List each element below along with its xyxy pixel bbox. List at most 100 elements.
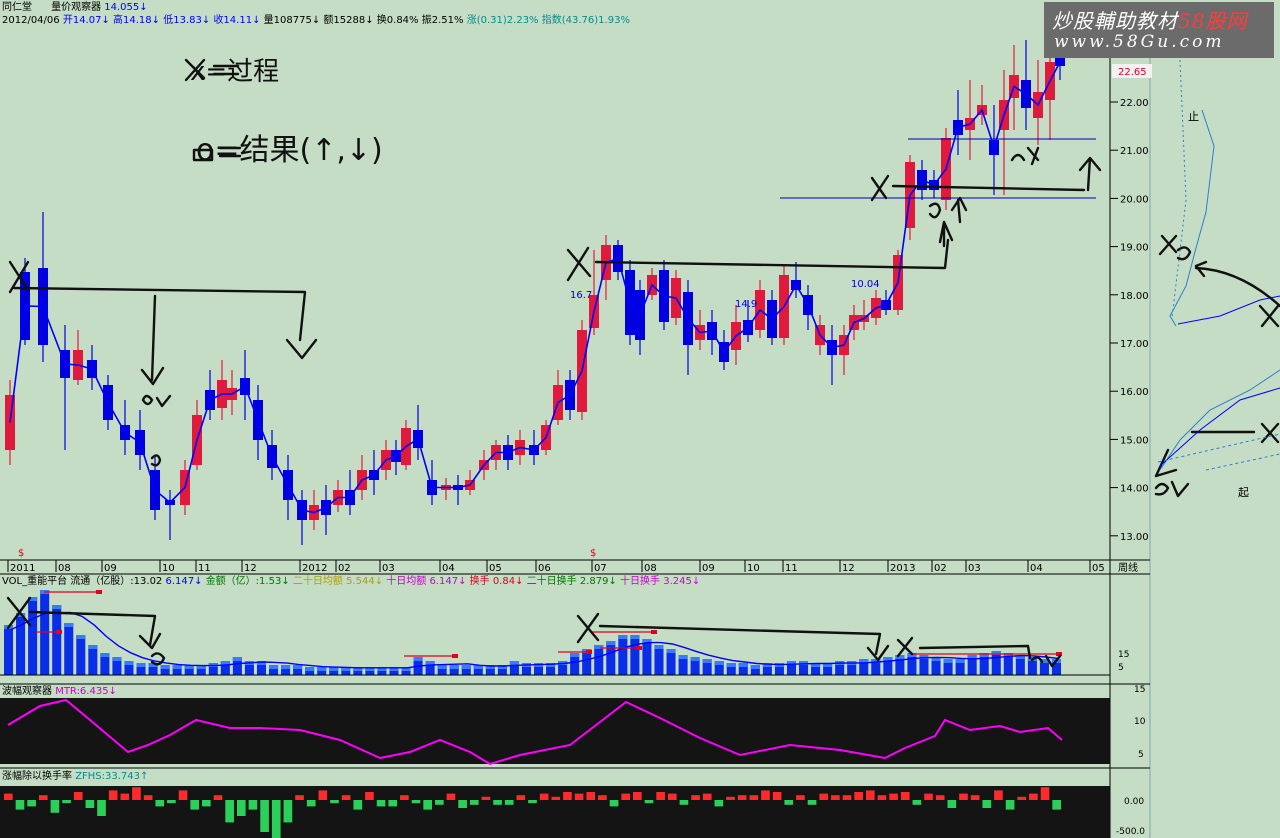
time-tick-label: 11 <box>198 563 211 574</box>
stock-chart[interactable]: 22.00 21.00 20.00 19.00 18.00 17.00 16.00 15.00… <box>0 0 1280 838</box>
volume-bar-cap <box>76 635 86 639</box>
volume-bar <box>88 645 98 675</box>
mtr-indicator-name[interactable]: 波幅观察器 <box>2 686 52 697</box>
zfhs-tick-0: 0.00 <box>1124 797 1144 807</box>
zfhs-bar <box>865 790 875 800</box>
trajectory-stop-label: 止 <box>1188 110 1199 123</box>
volume-turnover: 换手 0.84↓ <box>469 576 524 587</box>
zfhs-bar <box>667 793 677 800</box>
zfhs-bar <box>132 787 141 800</box>
candlestick-series[interactable] <box>5 40 1065 545</box>
time-tick-label: 03 <box>968 563 981 574</box>
legend-o-note: o=结果(↑,↓) <box>196 133 383 168</box>
zfhs-bar <box>1040 787 1050 800</box>
time-tick-label: 06 <box>538 563 551 574</box>
volume-tick-5: 5 <box>1118 663 1124 673</box>
volume-bar-cap <box>461 665 471 669</box>
zfhs-bar <box>574 793 584 800</box>
zfhs-bar <box>702 793 712 800</box>
volume-red-marker-cap <box>651 630 657 634</box>
time-tick-label: 05 <box>489 563 502 574</box>
time-tick-label: 2013 <box>890 563 915 574</box>
volume-bar-cap <box>509 661 519 665</box>
volume-bar <box>28 597 38 675</box>
current-price-label: 22.65 <box>1118 67 1147 78</box>
time-tick-label: 11 <box>785 563 798 574</box>
volume-amount: 金额（亿）:1.53↓ <box>205 576 290 587</box>
volume-bar-cap <box>570 653 580 657</box>
zfhs-bar <box>924 793 933 800</box>
zfhs-bar <box>935 795 945 800</box>
price-tick-label: 15.00 <box>1120 435 1149 446</box>
volume-bar <box>606 641 616 675</box>
period-label[interactable]: 周线 <box>1118 561 1138 574</box>
volume-bar-cap <box>293 665 303 669</box>
zfhs-bar <box>784 800 794 805</box>
zfhs-bar <box>85 800 95 808</box>
time-tick-label: 09 <box>702 563 715 574</box>
volume-bar-cap <box>437 665 447 669</box>
time-tick-label: 12 <box>842 563 855 574</box>
volume-bar-cap <box>606 641 616 645</box>
zfhs-bar <box>656 792 665 800</box>
zfhs-bar <box>190 800 200 810</box>
zfhs-bar <box>38 795 48 800</box>
volume-indicator-name[interactable]: VOL_重能平台 <box>2 576 67 587</box>
zfhs-bar <box>900 792 910 800</box>
zfhs-bar <box>889 793 898 800</box>
zfhs-bar <box>516 795 526 800</box>
zfhs-bar <box>1005 800 1015 810</box>
volume-bar-cap <box>630 635 640 639</box>
zfhs-bar <box>551 796 561 800</box>
volume-bar <box>76 635 86 675</box>
mtr-value: MTR:6.435↓ <box>55 686 117 697</box>
volume-bar-cap <box>88 645 98 649</box>
zfhs-bar <box>807 800 817 805</box>
volume-bar-cap <box>955 659 965 663</box>
zfhs-bar <box>726 796 735 800</box>
zfhs-indicator-name[interactable]: 涨幅除以换手率 <box>2 771 72 782</box>
volume-ma10-amount: 十日均额 6.147↓ <box>386 576 467 587</box>
zfhs-bar <box>295 795 304 800</box>
zfhs-bar <box>912 800 922 805</box>
price-tick-label: 21.00 <box>1120 146 1149 157</box>
zfhs-bar <box>446 793 456 800</box>
time-tick-label: 2012 <box>302 563 327 574</box>
time-tick-label: 12 <box>244 563 257 574</box>
volume-bar <box>630 635 640 675</box>
zfhs-bar <box>609 800 619 807</box>
zfhs-bar <box>50 800 60 813</box>
zfhs-bar <box>167 800 176 804</box>
zfhs-bar <box>248 800 258 810</box>
volume-bar <box>52 605 62 675</box>
time-tick-label: 08 <box>58 563 71 574</box>
price-tick-label: 19.00 <box>1120 243 1149 254</box>
volume-bar-cap <box>726 663 736 667</box>
volume-bar-cap <box>895 655 905 659</box>
volume-bar-cap <box>714 661 724 665</box>
trajectory-start-label: 起 <box>1238 486 1249 499</box>
zfhs-bar <box>97 800 106 816</box>
time-tick-label: 04 <box>1030 563 1043 574</box>
volume-panel-title: VOL_重能平台 流通（亿股）:13.02 6.147↓ 金额（亿）:1.53↓… <box>2 576 700 588</box>
zfhs-bar <box>400 795 409 800</box>
zfhs-bar <box>73 792 83 800</box>
price-tick-label: 20.00 <box>1120 194 1149 205</box>
zfhs-bar <box>528 800 537 804</box>
zfhs-bar <box>749 795 759 800</box>
volume-bar-cap <box>112 657 122 661</box>
split-marker-1: $ <box>18 548 24 559</box>
mtr-tick-10: 10 <box>1134 717 1146 727</box>
zfhs-bar <box>423 800 432 810</box>
zfhs-bar <box>1029 793 1038 800</box>
volume-average-line <box>9 611 1059 669</box>
legend-x-note: x=过程 <box>190 57 279 87</box>
zfhs-bar <box>341 795 351 800</box>
split-marker-2: $ <box>590 548 596 559</box>
time-tick-label: 10 <box>162 563 175 574</box>
zfhs-bar <box>388 800 398 807</box>
zfhs-bar <box>691 795 700 800</box>
volume-bar-cap <box>52 605 62 609</box>
zfhs-bar <box>458 800 467 808</box>
zfhs-bar <box>318 790 328 800</box>
